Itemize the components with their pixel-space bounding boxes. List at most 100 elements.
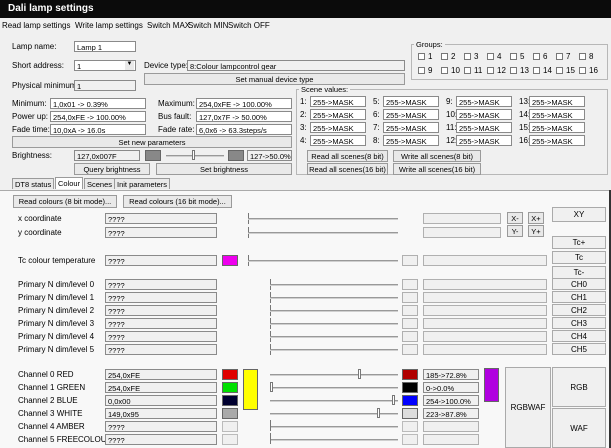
y-slider[interactable] [248, 229, 398, 237]
bus-fault-input[interactable]: 127,0x7F -> 50.00% [196, 111, 292, 122]
x-plus-button[interactable]: X+ [528, 212, 544, 224]
brightness-slider-thumb[interactable] [192, 150, 195, 160]
scene-value-input[interactable]: 255->MASK [456, 122, 512, 133]
scene-value-input[interactable]: 255->MASK [456, 135, 512, 146]
tc-slider[interactable] [248, 257, 398, 265]
write-all-scenes-16bit-button[interactable]: Write all scenes(16 bit) [393, 163, 481, 175]
scene-value-input[interactable]: 255->MASK [529, 109, 585, 120]
menu-write-lamp-settings[interactable]: Write lamp settings [75, 21, 143, 30]
x-slider[interactable] [248, 215, 398, 223]
primary-channel-button-ch2[interactable]: CH2 [552, 304, 606, 316]
scene-value-input[interactable]: 255->MASK [529, 122, 585, 133]
rgbwaf-button[interactable]: RGBWAF [505, 367, 551, 448]
tab-dt8-status[interactable]: DT8 status [12, 178, 55, 189]
read-all-scenes-8bit-button[interactable]: Read all scenes(8 bit) [307, 150, 388, 162]
scene-value-input[interactable]: 255->MASK [529, 96, 585, 107]
group-checkbox-3[interactable] [464, 53, 471, 60]
channel-slider-thumb[interactable] [392, 395, 395, 405]
tab-init-parameters[interactable]: Init parameters [114, 178, 171, 189]
tc-button[interactable]: Tc [552, 251, 606, 264]
set-new-parameters-button[interactable]: Set new parameters [12, 136, 292, 148]
scene-value-input[interactable]: 255->MASK [383, 122, 439, 133]
maximum-input[interactable]: 254,0xFE -> 100.00% [196, 98, 292, 109]
scene-value-input[interactable]: 255->MASK [456, 96, 512, 107]
primary-channel-button-ch3[interactable]: CH3 [552, 317, 606, 329]
channel-slider-thumb[interactable] [270, 433, 271, 444]
group-checkbox-14[interactable] [533, 67, 540, 74]
set-brightness-button[interactable]: Set brightness [156, 163, 292, 175]
primary-slider[interactable] [270, 333, 398, 341]
xy-button[interactable]: XY [552, 207, 606, 222]
menu-switch-max[interactable]: Switch MAX [147, 21, 190, 30]
x-minus-button[interactable]: X- [507, 212, 523, 224]
group-checkbox-8[interactable] [579, 53, 586, 60]
group-label-7: 7 [566, 52, 571, 61]
primary-slider[interactable] [270, 346, 398, 354]
menu-read-lamp-settings[interactable]: Read lamp settings [2, 21, 70, 30]
fade-time-input[interactable]: 10,0xA -> 16.0s [50, 124, 146, 135]
power-up-input[interactable]: 254,0xFE -> 100.00% [50, 111, 146, 122]
short-address-select[interactable]: 1 ▼ [74, 60, 136, 71]
group-checkbox-6[interactable] [533, 53, 540, 60]
channel-slider[interactable] [270, 408, 398, 418]
scene-value-input[interactable]: 255->MASK [310, 96, 366, 107]
waf-button[interactable]: WAF [552, 408, 606, 448]
channel-slider[interactable] [270, 420, 398, 431]
channel-slider[interactable] [270, 395, 398, 405]
channel-slider[interactable] [270, 382, 398, 392]
lamp-name-input[interactable]: Lamp 1 [74, 41, 136, 52]
group-checkbox-15[interactable] [556, 67, 563, 74]
group-checkbox-12[interactable] [487, 67, 494, 74]
channel-slider-thumb[interactable] [270, 382, 273, 392]
primary-slider[interactable] [270, 294, 398, 302]
channel-slider[interactable] [270, 433, 398, 444]
read-colours-16bit-button[interactable]: Read colours (16 bit mode)... [123, 195, 232, 208]
scene-value-input[interactable]: 255->MASK [383, 135, 439, 146]
channel-slider-thumb[interactable] [358, 369, 361, 379]
scene-value-input[interactable]: 255->MASK [456, 109, 512, 120]
menu-switch-off[interactable]: Switch OFF [228, 21, 270, 30]
channel-slider[interactable] [270, 369, 398, 379]
group-checkbox-10[interactable] [441, 67, 448, 74]
scene-value-input[interactable]: 255->MASK [529, 135, 585, 146]
chevron-down-icon[interactable]: ▼ [125, 61, 134, 70]
group-checkbox-7[interactable] [556, 53, 563, 60]
tab-scenes[interactable]: Scenes [84, 178, 116, 189]
channel-slider-thumb[interactable] [270, 420, 271, 431]
group-checkbox-11[interactable] [464, 67, 471, 74]
tc-plus-button[interactable]: Tc+ [552, 236, 606, 249]
primary-slider[interactable] [270, 307, 398, 315]
primary-slider[interactable] [270, 281, 398, 289]
channel-slider-thumb[interactable] [377, 408, 380, 418]
group-checkbox-16[interactable] [579, 67, 586, 74]
y-plus-button[interactable]: Y+ [528, 225, 544, 237]
read-all-scenes-16bit-button[interactable]: Read all scenes(16 bit) [307, 163, 388, 175]
fade-rate-input[interactable]: 6,0x6 -> 63.3steps/s [196, 124, 292, 135]
primary-channel-button-ch1[interactable]: CH1 [552, 291, 606, 303]
scene-value-input[interactable]: 255->MASK [383, 96, 439, 107]
tab-colour[interactable]: Colour [55, 177, 84, 189]
scene-value-input[interactable]: 255->MASK [310, 109, 366, 120]
set-device-type-button[interactable]: Set manual device type [144, 73, 405, 85]
group-checkbox-4[interactable] [487, 53, 494, 60]
group-checkbox-1[interactable] [418, 53, 425, 60]
write-all-scenes-8bit-button[interactable]: Write all scenes(8 bit) [393, 150, 481, 162]
scene-value-input[interactable]: 255->MASK [310, 122, 366, 133]
scene-value-input[interactable]: 255->MASK [383, 109, 439, 120]
primary-channel-button-ch0[interactable]: CH0 [552, 278, 606, 290]
scene-value-input[interactable]: 255->MASK [310, 135, 366, 146]
rgb-button[interactable]: RGB [552, 367, 606, 407]
primary-channel-button-ch4[interactable]: CH4 [552, 330, 606, 342]
minimum-input[interactable]: 1,0x01 -> 0.39% [50, 98, 146, 109]
group-checkbox-2[interactable] [441, 53, 448, 60]
y-minus-button[interactable]: Y- [507, 225, 523, 237]
read-colours-8bit-button[interactable]: Read colours (8 bit mode)... [13, 195, 117, 208]
group-checkbox-5[interactable] [510, 53, 517, 60]
primary-channel-button-ch5[interactable]: CH5 [552, 343, 606, 355]
brightness-slider[interactable] [166, 150, 224, 160]
group-checkbox-13[interactable] [510, 67, 517, 74]
primary-slider[interactable] [270, 320, 398, 328]
menu-switch-min[interactable]: Switch MIN [188, 21, 228, 30]
query-brightness-button[interactable]: Query brightness [74, 163, 150, 175]
group-checkbox-9[interactable] [418, 67, 425, 74]
